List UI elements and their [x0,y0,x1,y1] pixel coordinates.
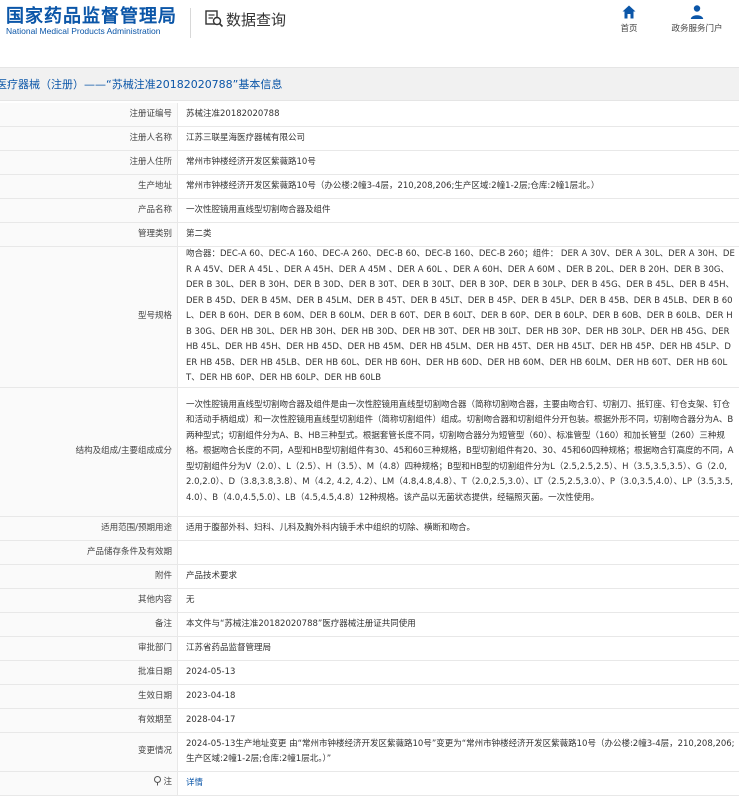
page-section-title: 数据查询 [226,9,286,30]
row-value: 一次性腔镜用直线型切割吻合器及组件 [178,199,739,223]
row-value: 详情 [178,772,739,796]
user-icon [664,4,730,20]
site-logo-en[interactable]: National Medical Products Administration [6,26,161,36]
row-label: 其他内容 [0,589,178,613]
row-value: 2028-04-17 [178,709,739,733]
table-row: 管理类别第二类 [0,223,739,247]
row-value: 吻合器：DEC-A 60、DEC-A 160、DEC-A 260、DEC-B 6… [178,247,739,388]
row-label: 有效期至 [0,709,178,733]
site-logo-cn[interactable]: 国家药品监督管理局 [6,2,177,28]
record-title: 医疗器械（注册）——“苏械注准20182020788”基本信息 [0,76,282,92]
table-row: 注 详情 [0,772,739,796]
row-label: 注 [0,772,178,796]
row-label: 适用范围/预期用途 [0,517,178,541]
row-label: 注册人住所 [0,151,178,175]
row-label: 注册证编号 [0,103,178,127]
row-value: 本文件与“苏械注准20182020788”医疗器械注册证共同使用 [178,613,739,637]
row-value: 无 [178,589,739,613]
row-value: 2024-05-13 [178,661,739,685]
row-label: 生产地址 [0,175,178,199]
note-icon [153,776,162,793]
row-value: 常州市钟楼经济开发区紫薇路10号（办公楼:2幢3-4层，210,208,206;… [178,175,739,199]
details-link[interactable]: 详情 [186,778,203,788]
row-label: 审批部门 [0,637,178,661]
table-row: 备注本文件与“苏械注准20182020788”医疗器械注册证共同使用 [0,613,739,637]
nav-service-portal-label: 政务服务门户 [671,24,722,34]
record-title-bar: 医疗器械（注册）——“苏械注准20182020788”基本信息 [0,67,739,101]
row-label: 注册人名称 [0,127,178,151]
table-row: 生产地址常州市钟楼经济开发区紫薇路10号（办公楼:2幢3-4层，210,208,… [0,175,739,199]
nav-home[interactable]: 首页 [614,4,644,34]
row-value: 产品技术要求 [178,565,739,589]
header-divider [190,8,191,38]
table-row: 产品储存条件及有效期 [0,541,739,565]
table-row: 注册人名称江苏三联星海医疗器械有限公司 [0,127,739,151]
table-row: 生效日期2023-04-18 [0,685,739,709]
row-value: 江苏三联星海医疗器械有限公司 [178,127,739,151]
row-label: 变更情况 [0,733,178,772]
search-icon [204,8,224,32]
row-label: 产品名称 [0,199,178,223]
site-header: 国家药品监督管理局 National Medical Products Admi… [0,0,739,50]
nav-home-label: 首页 [620,24,637,34]
table-row: 有效期至2028-04-17 [0,709,739,733]
row-label: 批准日期 [0,661,178,685]
detail-table: 注册证编号苏械注准20182020788 注册人名称江苏三联星海医疗器械有限公司… [0,103,739,796]
note-label: 注 [163,777,172,787]
row-value: 2024-05-13生产地址变更 由“常州市钟楼经济开发区紫薇路10号”变更为“… [178,733,739,772]
home-icon [614,4,644,20]
table-row: 注册证编号苏械注准20182020788 [0,103,739,127]
row-label: 结构及组成/主要组成成分 [0,388,178,517]
row-value: 适用于腹部外科、妇科、儿科及胸外科内镜手术中组织的切除、横断和吻合。 [178,517,739,541]
table-row: 审批部门江苏省药品监督管理局 [0,637,739,661]
row-label: 附件 [0,565,178,589]
table-row: 型号规格吻合器：DEC-A 60、DEC-A 160、DEC-A 260、DEC… [0,247,739,388]
table-row: 批准日期2024-05-13 [0,661,739,685]
row-value: 苏械注准20182020788 [178,103,739,127]
table-row: 注册人住所常州市钟楼经济开发区紫薇路10号 [0,151,739,175]
row-value: 2023-04-18 [178,685,739,709]
row-label: 管理类别 [0,223,178,247]
table-row: 产品名称一次性腔镜用直线型切割吻合器及组件 [0,199,739,223]
nav-service-portal[interactable]: 政务服务门户 [664,4,730,34]
table-row: 其他内容无 [0,589,739,613]
table-row: 适用范围/预期用途适用于腹部外科、妇科、儿科及胸外科内镜手术中组织的切除、横断和… [0,517,739,541]
row-label: 产品储存条件及有效期 [0,541,178,565]
row-value: 一次性腔镜用直线型切割吻合器及组件是由一次性腔镜用直线型切割吻合器（简称切割吻合… [178,388,739,517]
table-row: 变更情况2024-05-13生产地址变更 由“常州市钟楼经济开发区紫薇路10号”… [0,733,739,772]
row-label: 生效日期 [0,685,178,709]
row-label: 型号规格 [0,247,178,388]
table-row: 结构及组成/主要组成成分一次性腔镜用直线型切割吻合器及组件是由一次性腔镜用直线型… [0,388,739,517]
row-value: 江苏省药品监督管理局 [178,637,739,661]
table-row: 附件产品技术要求 [0,565,739,589]
row-label: 备注 [0,613,178,637]
row-value: 常州市钟楼经济开发区紫薇路10号 [178,151,739,175]
row-value [178,541,739,565]
row-value: 第二类 [178,223,739,247]
